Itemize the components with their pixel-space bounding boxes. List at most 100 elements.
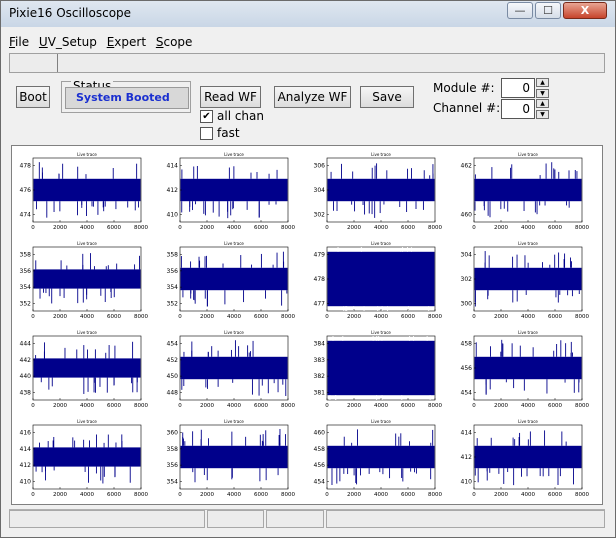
x-tick-label: 4000 — [80, 492, 94, 498]
trace-grid: Live trace 478 476 474 0 2000 4000 6000 8000 Live… — [20, 152, 590, 498]
x-tick-label: 0 — [178, 403, 182, 409]
y-tick-label: 458 — [461, 341, 473, 348]
minimize-button[interactable]: — — [507, 2, 533, 19]
menu-uv-setup[interactable]: UV_Setup — [39, 35, 97, 49]
module-label: Module #: — [433, 81, 495, 95]
spin-down-icon[interactable]: ▼ — [536, 89, 549, 98]
x-tick-label: 8000 — [134, 492, 148, 498]
trace-band — [180, 445, 288, 469]
x-tick-label: 8000 — [575, 403, 589, 409]
save-button[interactable]: Save — [360, 86, 414, 108]
y-tick-label: 358 — [167, 252, 179, 259]
y-tick-label: 304 — [314, 187, 326, 194]
all-chan-checkbox[interactable]: ✔ all chan — [200, 109, 264, 123]
y-tick-label: 354 — [167, 478, 179, 485]
x-tick-label: 8000 — [575, 492, 589, 498]
x-tick-label: 0 — [178, 225, 182, 231]
x-tick-label: 4000 — [521, 225, 535, 231]
analyze-wf-button[interactable]: Analyze WF — [274, 86, 351, 108]
status-bar-cell — [326, 510, 605, 528]
x-tick-label: 0 — [472, 225, 476, 231]
x-tick-label: 4000 — [227, 225, 241, 231]
y-tick-label: 440 — [20, 373, 32, 380]
read-wf-button[interactable]: Read WF — [200, 86, 261, 108]
y-tick-label: 442 — [20, 357, 32, 364]
module-value[interactable]: 0 — [501, 78, 535, 98]
x-tick-label: 6000 — [548, 403, 562, 409]
menu-file[interactable]: File — [9, 35, 29, 49]
trace-band — [180, 356, 288, 380]
x-tick-label: 0 — [31, 314, 35, 320]
trace-band — [180, 178, 288, 202]
x-tick-label: 2000 — [200, 403, 214, 409]
x-tick-label: 8000 — [428, 225, 442, 231]
x-tick-label: 0 — [325, 403, 329, 409]
x-tick-label: 8000 — [575, 314, 589, 320]
x-tick-label: 8000 — [281, 225, 295, 231]
y-tick-label: 454 — [314, 478, 326, 485]
x-tick-label: 4000 — [521, 314, 535, 320]
y-tick-label: 410 — [461, 478, 473, 485]
trace-band — [33, 358, 141, 378]
x-tick-label: 0 — [31, 492, 35, 498]
spin-up-icon[interactable]: ▲ — [536, 78, 549, 87]
y-tick-label: 479 — [314, 252, 326, 259]
y-tick-label: 416 — [20, 430, 32, 437]
y-tick-label: 352 — [20, 300, 32, 307]
plot-title: Live trace — [224, 419, 244, 424]
x-tick-label: 8000 — [134, 314, 148, 320]
x-tick-label: 6000 — [107, 492, 121, 498]
x-tick-label: 4000 — [227, 492, 241, 498]
y-tick-label: 356 — [167, 462, 179, 469]
channel-value[interactable]: 0 — [501, 99, 535, 119]
menu-expert[interactable]: Expert — [107, 35, 146, 49]
trace-band — [327, 340, 435, 396]
x-tick-label: 6000 — [254, 492, 268, 498]
spin-down-icon[interactable]: ▼ — [536, 110, 549, 119]
maximize-button[interactable]: ☐ — [535, 2, 561, 19]
channel-spinner[interactable]: 0 ▲ ▼ — [501, 99, 549, 119]
channel-label: Channel #: — [433, 101, 501, 115]
x-tick-label: 0 — [178, 492, 182, 498]
y-tick-label: 452 — [167, 357, 179, 364]
y-tick-label: 474 — [20, 211, 32, 218]
y-tick-label: 477 — [314, 300, 326, 307]
plot-title: Live trace — [224, 330, 244, 335]
plot-title: Live trace — [224, 152, 244, 157]
checkbox-icon[interactable] — [200, 127, 213, 140]
plot-title: Live trace — [518, 152, 538, 157]
status-bar — [9, 509, 605, 528]
status-bar-cell — [207, 510, 264, 528]
x-tick-label: 0 — [325, 225, 329, 231]
boot-button[interactable]: Boot — [16, 86, 50, 108]
y-tick-label: 382 — [314, 373, 326, 380]
x-tick-label: 2000 — [200, 492, 214, 498]
x-tick-label: 4000 — [374, 225, 388, 231]
x-tick-label: 2000 — [494, 492, 508, 498]
plot-title: Live trace — [371, 152, 391, 157]
x-tick-label: 2000 — [494, 403, 508, 409]
x-tick-label: 2000 — [494, 225, 508, 231]
plot-title: Live trace — [371, 241, 391, 246]
close-button[interactable]: X — [563, 2, 607, 19]
x-tick-label: 6000 — [254, 314, 268, 320]
x-tick-label: 8000 — [428, 403, 442, 409]
x-tick-label: 6000 — [254, 403, 268, 409]
y-tick-label: 354 — [167, 284, 179, 291]
checkmark-icon[interactable]: ✔ — [200, 110, 213, 123]
menu-scope[interactable]: Scope — [156, 35, 193, 49]
y-tick-label: 412 — [20, 462, 32, 469]
x-tick-label: 4000 — [521, 403, 535, 409]
toolbar-cell — [10, 54, 58, 72]
spin-up-icon[interactable]: ▲ — [536, 99, 549, 108]
y-tick-label: 476 — [20, 187, 32, 194]
x-tick-label: 2000 — [494, 314, 508, 320]
plot-title: Live trace — [77, 152, 97, 157]
x-tick-label: 6000 — [548, 225, 562, 231]
x-tick-label: 8000 — [281, 492, 295, 498]
fast-checkbox[interactable]: fast — [200, 126, 240, 140]
x-tick-label: 4000 — [80, 403, 94, 409]
x-tick-label: 4000 — [227, 314, 241, 320]
x-tick-label: 0 — [472, 492, 476, 498]
module-spinner[interactable]: 0 ▲ ▼ — [501, 78, 549, 98]
